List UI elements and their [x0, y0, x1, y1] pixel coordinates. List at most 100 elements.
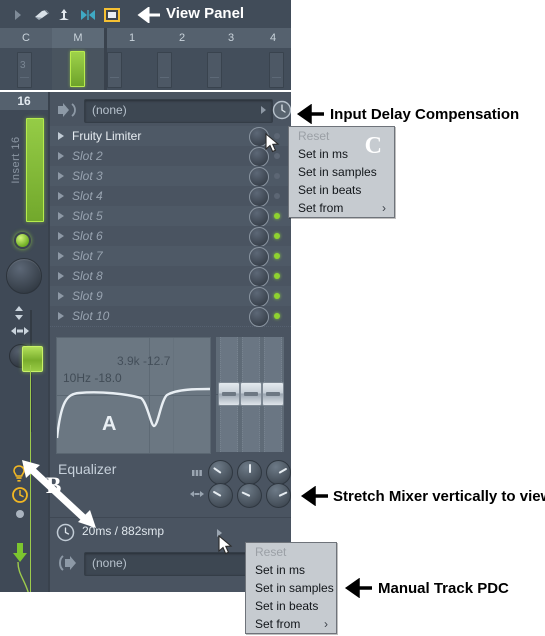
mini-fader-m[interactable]	[70, 51, 85, 87]
send-in-icon[interactable]	[56, 100, 78, 120]
route-down-arrow-icon[interactable]	[10, 542, 30, 564]
slot-led[interactable]	[274, 273, 280, 279]
slot-mix-knob[interactable]	[249, 227, 269, 247]
slot-expand-icon[interactable]	[58, 212, 64, 220]
insert-enable-led[interactable]	[14, 232, 31, 249]
menu-item-set-from[interactable]: Set from ›	[289, 199, 394, 217]
eq-width-knob-2[interactable]	[237, 483, 262, 508]
slot-expand-icon[interactable]	[58, 192, 64, 200]
slot-row-7[interactable]: Slot 7	[50, 246, 291, 267]
channel-header-c[interactable]: C	[0, 28, 52, 48]
send-input[interactable]: (none)	[84, 99, 273, 123]
eq-band-handle-1[interactable]	[218, 382, 240, 406]
slot-row-6[interactable]: Slot 6	[50, 226, 291, 247]
peak-meter	[26, 118, 44, 222]
channel-header-4[interactable]: 4	[255, 28, 291, 48]
menu-item-set-in-samples[interactable]: Set in samples	[289, 163, 394, 181]
leftright-arrows-icon[interactable]	[11, 324, 29, 338]
slot-name: Slot 3	[72, 169, 103, 183]
channel-body-m[interactable]	[52, 48, 104, 90]
channel-header-3[interactable]: 3	[207, 28, 255, 48]
menu-item-set-in-beats[interactable]: Set in beats	[246, 597, 336, 615]
eq-band-handle-2[interactable]	[240, 382, 262, 406]
annotation-manual-track-pdc: Manual Track PDC	[378, 580, 509, 597]
slot-expand-icon[interactable]	[58, 152, 64, 160]
channel-body-1[interactable]	[107, 48, 157, 90]
eq-freq-knob-2[interactable]	[237, 460, 262, 485]
slot-name: Slot 10	[72, 309, 110, 323]
slot-led[interactable]	[274, 313, 280, 319]
menu-item-set-in-samples[interactable]: Set in samples	[246, 579, 336, 597]
play-arrow-icon[interactable]	[10, 7, 26, 23]
slot-row-10[interactable]: Slot 10	[50, 306, 291, 327]
brush-icon[interactable]	[33, 7, 50, 23]
slot-row-9[interactable]: Slot 9	[50, 286, 291, 307]
slot-row-4[interactable]: Slot 4	[50, 186, 291, 207]
slot-led[interactable]	[274, 193, 280, 199]
eq-width-knob-1[interactable]	[208, 483, 233, 508]
menu-item-reset: Reset	[255, 545, 287, 559]
slot-mix-knob[interactable]	[249, 167, 269, 187]
menu-item-set-in-ms[interactable]: Set in ms	[246, 561, 336, 579]
slot-expand-icon[interactable]	[58, 292, 64, 300]
slot-mix-knob[interactable]	[249, 207, 269, 227]
mini-fader-1[interactable]	[107, 52, 122, 88]
insert-label: Insert 16	[10, 136, 22, 184]
slot-row-2[interactable]: Slot 2	[50, 146, 291, 167]
slot-led[interactable]	[274, 233, 280, 239]
slot-expand-icon[interactable]	[58, 172, 64, 180]
slot-expand-icon[interactable]	[58, 312, 64, 320]
slot-row-5[interactable]: Slot 5	[50, 206, 291, 227]
slot-led[interactable]	[274, 173, 280, 179]
eq-graph-letter: A	[102, 413, 117, 435]
slot-row-1[interactable]: Fruity Limiter	[50, 126, 291, 147]
view-panel-toggle-icon[interactable]	[104, 7, 120, 23]
menu-item-set-from[interactable]: Set from ›	[246, 615, 336, 633]
slot-mix-knob[interactable]	[249, 187, 269, 207]
slot-expand-icon[interactable]	[58, 252, 64, 260]
eq-band-handle-3[interactable]	[262, 382, 284, 406]
screenshot-root: View Panel C M 1 2 3 4 3 16 Insert 16 (n…	[0, 0, 545, 636]
send-out-icon[interactable]	[56, 553, 78, 573]
channel-body-2[interactable]	[157, 48, 207, 90]
flip-icon[interactable]	[79, 7, 95, 23]
track-pdc-context-menu[interactable]: Reset Set in ms Set in samples Set in be…	[245, 542, 337, 634]
channel-header-1[interactable]: 1	[107, 28, 157, 48]
eq-freq-knob-3[interactable]	[266, 460, 291, 485]
slot-expand-icon[interactable]	[58, 272, 64, 280]
slot-mix-knob[interactable]	[249, 267, 269, 287]
output-value: (none)	[92, 556, 127, 570]
slot-row-3[interactable]: Slot 3	[50, 166, 291, 187]
slot-mix-knob[interactable]	[249, 307, 269, 327]
view-panel-arrow	[137, 7, 160, 23]
slot-expand-icon[interactable]	[58, 232, 64, 240]
submenu-chevron-icon: ›	[324, 617, 328, 631]
menu-item-set-in-beats[interactable]: Set in beats	[289, 181, 394, 199]
mini-fader-4[interactable]	[269, 52, 284, 88]
channel-body-c[interactable]: 3	[0, 48, 52, 90]
channel-c-value: 3	[20, 60, 26, 71]
channel-body-4[interactable]	[255, 48, 291, 90]
pan-knob[interactable]	[6, 258, 42, 294]
input-delay-context-menu[interactable]: C Reset Set in ms Set in samples Set in …	[288, 126, 395, 218]
eq-graph[interactable]: 3.9k -12.7 10Hz -18.0 A	[56, 337, 211, 454]
eq-freq-knob-1[interactable]	[208, 460, 233, 485]
slot-row-8[interactable]: Slot 8	[50, 266, 291, 287]
updown-arrows-icon[interactable]	[11, 306, 27, 320]
channel-header-m[interactable]: M	[52, 28, 104, 48]
slot-mix-knob[interactable]	[249, 247, 269, 267]
channel-header-2[interactable]: 2	[157, 28, 207, 48]
slot-mix-knob[interactable]	[249, 287, 269, 307]
slot-led[interactable]	[274, 253, 280, 259]
volume-fader-handle[interactable]	[22, 346, 43, 372]
channel-body-3[interactable]	[207, 48, 255, 90]
mouse-cursor-top	[265, 132, 281, 155]
anchor-icon[interactable]	[56, 7, 72, 23]
mini-fader-2[interactable]	[157, 52, 172, 88]
slot-led[interactable]	[274, 213, 280, 219]
mini-fader-3[interactable]	[207, 52, 222, 88]
stretch-mixer-arrow	[300, 486, 328, 506]
slot-expand-icon[interactable]	[58, 132, 64, 140]
slot-led[interactable]	[274, 293, 280, 299]
send-dropdown-arrow-icon[interactable]	[261, 106, 266, 114]
